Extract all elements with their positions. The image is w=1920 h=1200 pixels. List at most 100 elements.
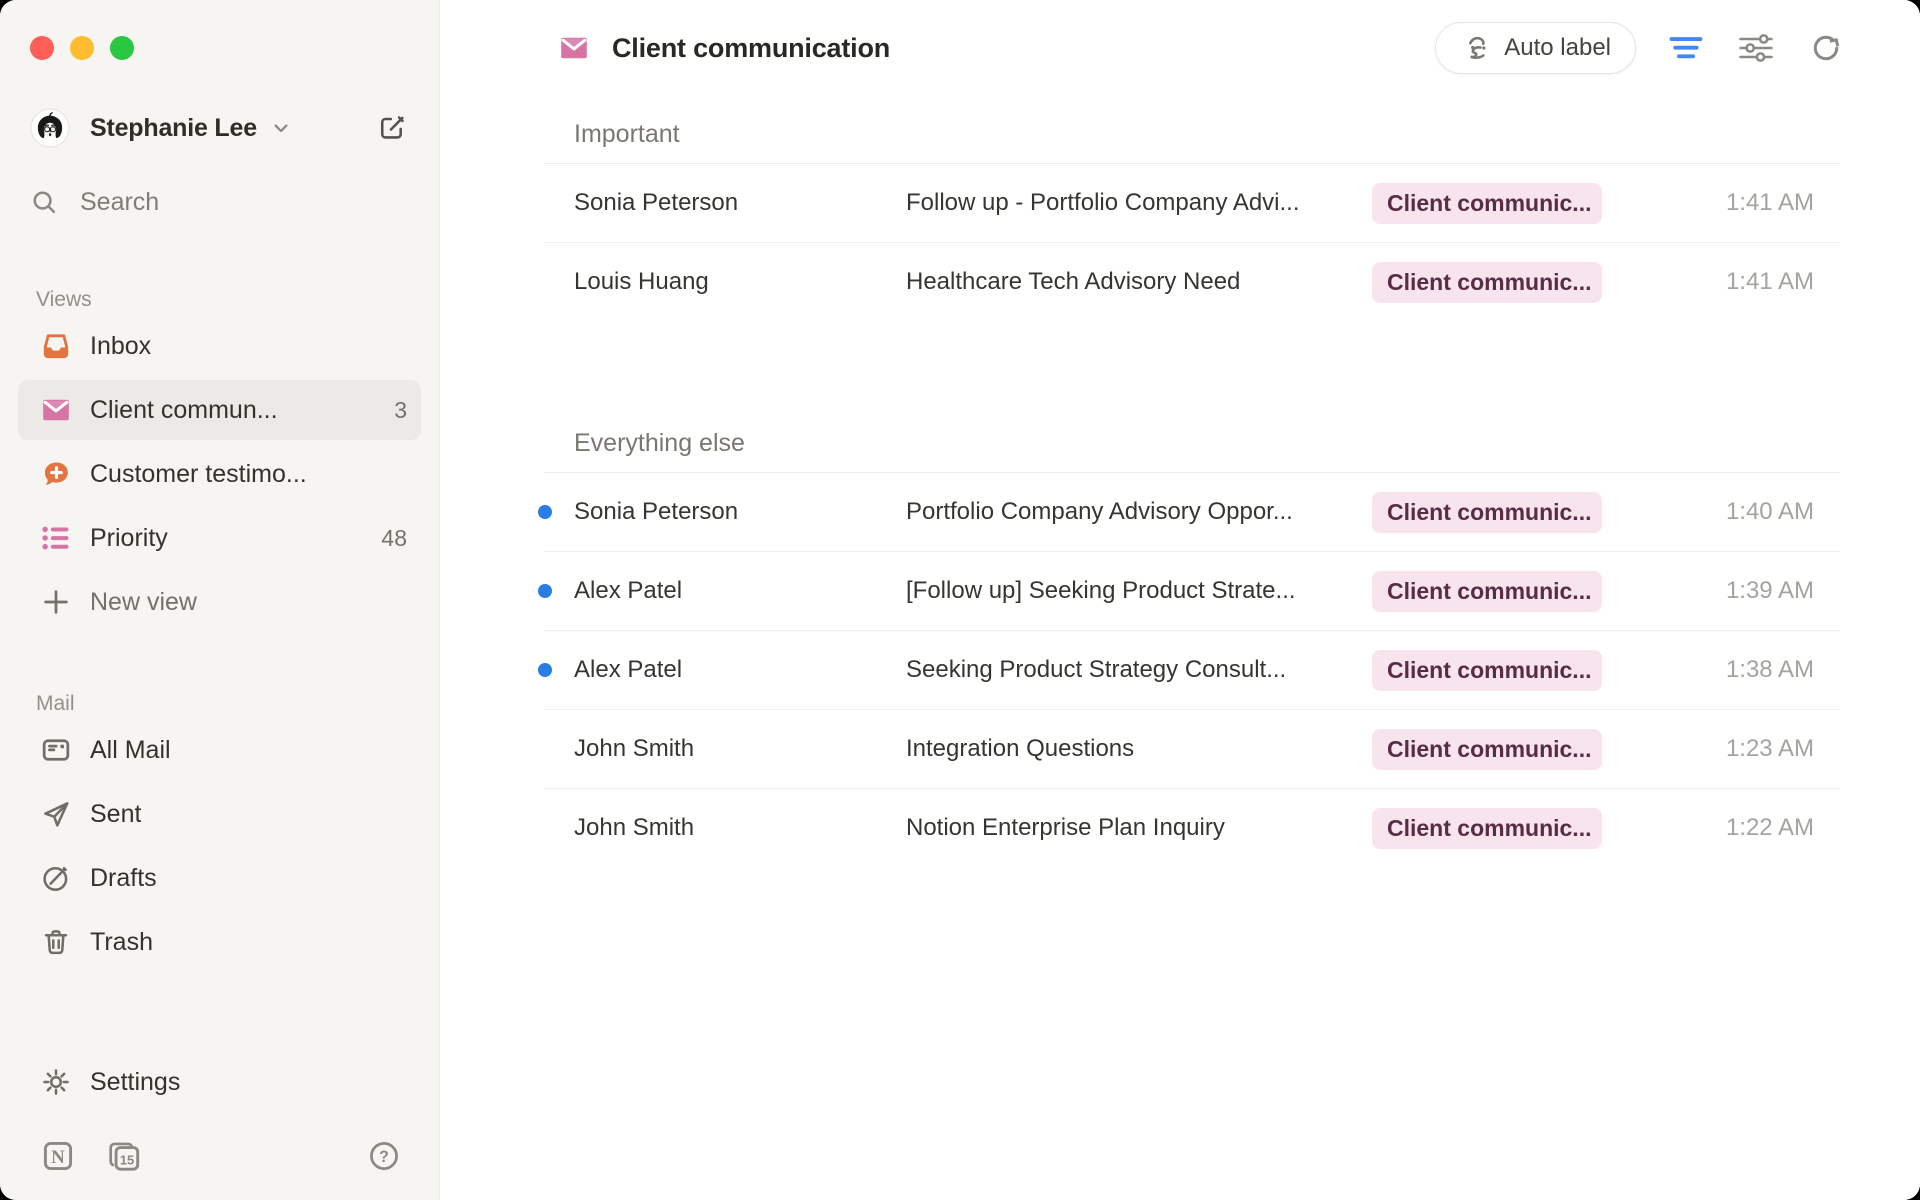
all-mail-icon [40,734,72,766]
minimize-window-button[interactable] [70,36,94,60]
help-button[interactable]: ? [367,1139,401,1173]
close-window-button[interactable] [30,36,54,60]
svg-text:N: N [51,1147,65,1168]
label-badge[interactable]: Client communic... [1372,808,1602,849]
sidebar-item-count: 3 [394,397,407,424]
email-subject: Follow up - Portfolio Company Advi... [906,189,1372,217]
filter-button[interactable] [1666,28,1706,68]
sidebar-item-sent[interactable]: Sent [18,784,421,844]
email-row[interactable]: Sonia Peterson Portfolio Company Advisor… [544,473,1840,552]
header-actions: Auto label [1435,22,1846,74]
filter-icon [1669,35,1703,61]
sidebar-item-label: Inbox [90,332,151,361]
email-time: 1:38 AM [1612,656,1840,684]
compose-button[interactable] [377,113,407,143]
email-subject: Healthcare Tech Advisory Need [906,268,1372,296]
user-name: Stephanie Lee [90,114,257,143]
account-switcher[interactable]: Stephanie Lee [18,106,421,150]
search-input[interactable]: Search [18,182,421,222]
sidebar-footer: N 15 ? [18,1138,421,1200]
refresh-icon [1809,31,1843,65]
sidebar-spacer [18,972,421,1048]
notion-logo-icon: N [40,1138,76,1174]
label-badge[interactable]: Client communic... [1372,650,1602,691]
email-sender: Alex Patel [544,656,906,684]
auto-label-button-label: Auto label [1504,34,1611,62]
label-badge[interactable]: Client communic... [1372,183,1602,224]
sidebar-item-client-communication[interactable]: Client commun... 3 [18,380,421,440]
page-title: Client communication [612,33,890,64]
sidebar: Stephanie Lee Search Views [0,0,440,1200]
send-icon [40,798,72,830]
refresh-button[interactable] [1806,28,1846,68]
sidebar-item-label: Drafts [90,864,157,893]
sidebar-item-new-view[interactable]: New view [18,572,421,632]
sidebar-item-settings[interactable]: Settings [18,1052,421,1112]
svg-text:15: 15 [120,1152,134,1167]
sidebar-item-trash[interactable]: Trash [18,912,421,972]
sidebar-item-label: All Mail [90,736,171,765]
chevron-down-icon [269,116,293,140]
main-panel: Client communication Auto label [440,0,1920,1200]
compose-icon [377,113,407,143]
email-time: 1:41 AM [1612,189,1840,217]
email-sender: John Smith [544,814,906,842]
zoom-window-button[interactable] [110,36,134,60]
notion-app-button[interactable]: N [40,1138,76,1174]
email-time: 1:23 AM [1612,735,1840,763]
gear-icon [40,1066,72,1098]
sidebar-item-label: Sent [90,800,141,829]
mail-section-label: Mail [18,686,421,716]
email-time: 1:40 AM [1612,498,1840,526]
sidebar-item-label: New view [90,588,197,617]
email-row[interactable]: Louis Huang Healthcare Tech Advisory Nee… [544,243,1840,321]
sidebar-item-priority[interactable]: Priority 48 [18,508,421,568]
trash-icon [40,926,72,958]
email-row[interactable]: John Smith Integration Questions Client … [544,710,1840,789]
email-sender: Louis Huang [544,268,906,296]
label-badge[interactable]: Client communic... [1372,571,1602,612]
search-icon [30,188,58,216]
email-row[interactable]: Alex Patel Seeking Product Strategy Cons… [544,631,1840,710]
email-time: 1:22 AM [1612,814,1840,842]
view-header: Client communication Auto label [440,0,1920,96]
email-sender: Sonia Peterson [544,498,906,526]
email-sender: John Smith [544,735,906,763]
sidebar-item-all-mail[interactable]: All Mail [18,720,421,780]
sidebar-item-count: 48 [381,525,407,552]
label-badge[interactable]: Client communic... [1372,729,1602,770]
sidebar-item-label: Customer testimo... [90,460,307,489]
avatar [30,108,70,148]
section-important: Important Sonia Peterson Follow up - Por… [544,106,1840,321]
help-icon: ? [367,1139,401,1173]
app-window: Stephanie Lee Search Views [0,0,1920,1200]
email-subject: [Follow up] Seeking Product Strate... [906,577,1372,605]
unread-dot [538,505,552,519]
section-title: Everything else [544,415,1840,473]
auto-label-icon [1460,32,1492,64]
calendar-app-button[interactable]: 15 [106,1138,142,1174]
email-subject: Portfolio Company Advisory Oppor... [906,498,1372,526]
auto-label-button[interactable]: Auto label [1435,22,1636,74]
email-subject: Integration Questions [906,735,1372,763]
sliders-icon [1738,33,1774,63]
unread-dot [538,663,552,677]
drafts-icon [40,862,72,894]
email-row[interactable]: Sonia Peterson Follow up - Portfolio Com… [544,164,1840,243]
sidebar-item-label: Priority [90,524,168,553]
email-time: 1:41 AM [1612,268,1840,296]
email-row[interactable]: John Smith Notion Enterprise Plan Inquir… [544,789,1840,867]
email-sender: Alex Patel [544,577,906,605]
sidebar-item-inbox[interactable]: Inbox [18,316,421,376]
display-settings-button[interactable] [1736,28,1776,68]
sidebar-item-label: Client commun... [90,396,278,425]
email-row[interactable]: Alex Patel [Follow up] Seeking Product S… [544,552,1840,631]
sidebar-item-label: Trash [90,928,153,957]
inbox-icon [40,330,72,362]
sidebar-item-drafts[interactable]: Drafts [18,848,421,908]
testimonial-icon [40,458,72,490]
sidebar-item-customer-testimonials[interactable]: Customer testimo... [18,444,421,504]
envelope-icon [558,32,590,64]
label-badge[interactable]: Client communic... [1372,492,1602,533]
label-badge[interactable]: Client communic... [1372,262,1602,303]
